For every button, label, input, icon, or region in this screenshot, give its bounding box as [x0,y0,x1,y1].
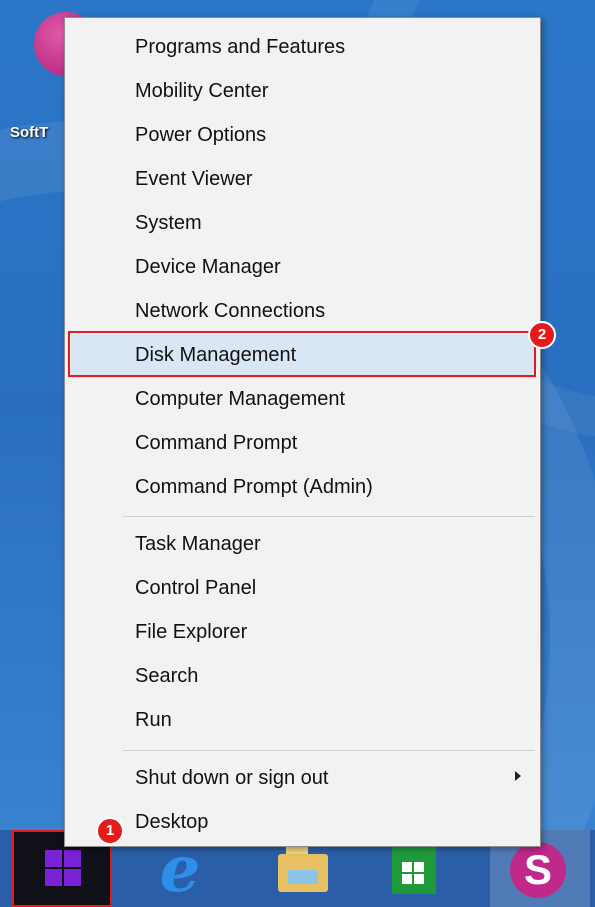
menu-item-system[interactable]: System [71,202,534,246]
menu-item-task-manager[interactable]: Task Manager [71,523,534,567]
menu-separator [123,516,535,517]
menu-item-command-prompt-admin[interactable]: Command Prompt (Admin) [71,466,534,510]
desktop-app-label: SoftT [10,124,49,141]
winx-context-menu: Programs and Features Mobility Center Po… [64,17,541,847]
menu-item-search[interactable]: Search [71,655,534,699]
menu-item-command-prompt[interactable]: Command Prompt [71,422,534,466]
softtrade-icon: S [510,842,566,898]
menu-item-network-connections[interactable]: Network Connections [71,290,534,334]
store-icon [392,844,436,894]
menu-item-mobility-center[interactable]: Mobility Center [71,70,534,114]
step-badge-2: 2 [528,321,556,349]
file-explorer-icon [278,846,328,892]
menu-item-event-viewer[interactable]: Event Viewer [71,158,534,202]
menu-separator [123,750,535,751]
menu-item-computer-management[interactable]: Computer Management [71,378,534,422]
internet-explorer-icon: e [159,832,201,907]
menu-item-run[interactable]: Run [71,699,534,743]
menu-item-programs-and-features[interactable]: Programs and Features [71,26,534,70]
menu-item-device-manager[interactable]: Device Manager [71,246,534,290]
menu-item-file-explorer[interactable]: File Explorer [71,611,534,655]
menu-item-control-panel[interactable]: Control Panel [71,567,534,611]
menu-item-desktop[interactable]: Desktop [71,801,534,845]
disk-management-highlight [68,331,536,377]
submenu-arrow-icon [515,771,521,781]
step-badge-1: 1 [96,817,124,845]
menu-item-power-options[interactable]: Power Options [71,114,534,158]
menu-item-shut-down-or-sign-out[interactable]: Shut down or sign out [71,757,534,801]
